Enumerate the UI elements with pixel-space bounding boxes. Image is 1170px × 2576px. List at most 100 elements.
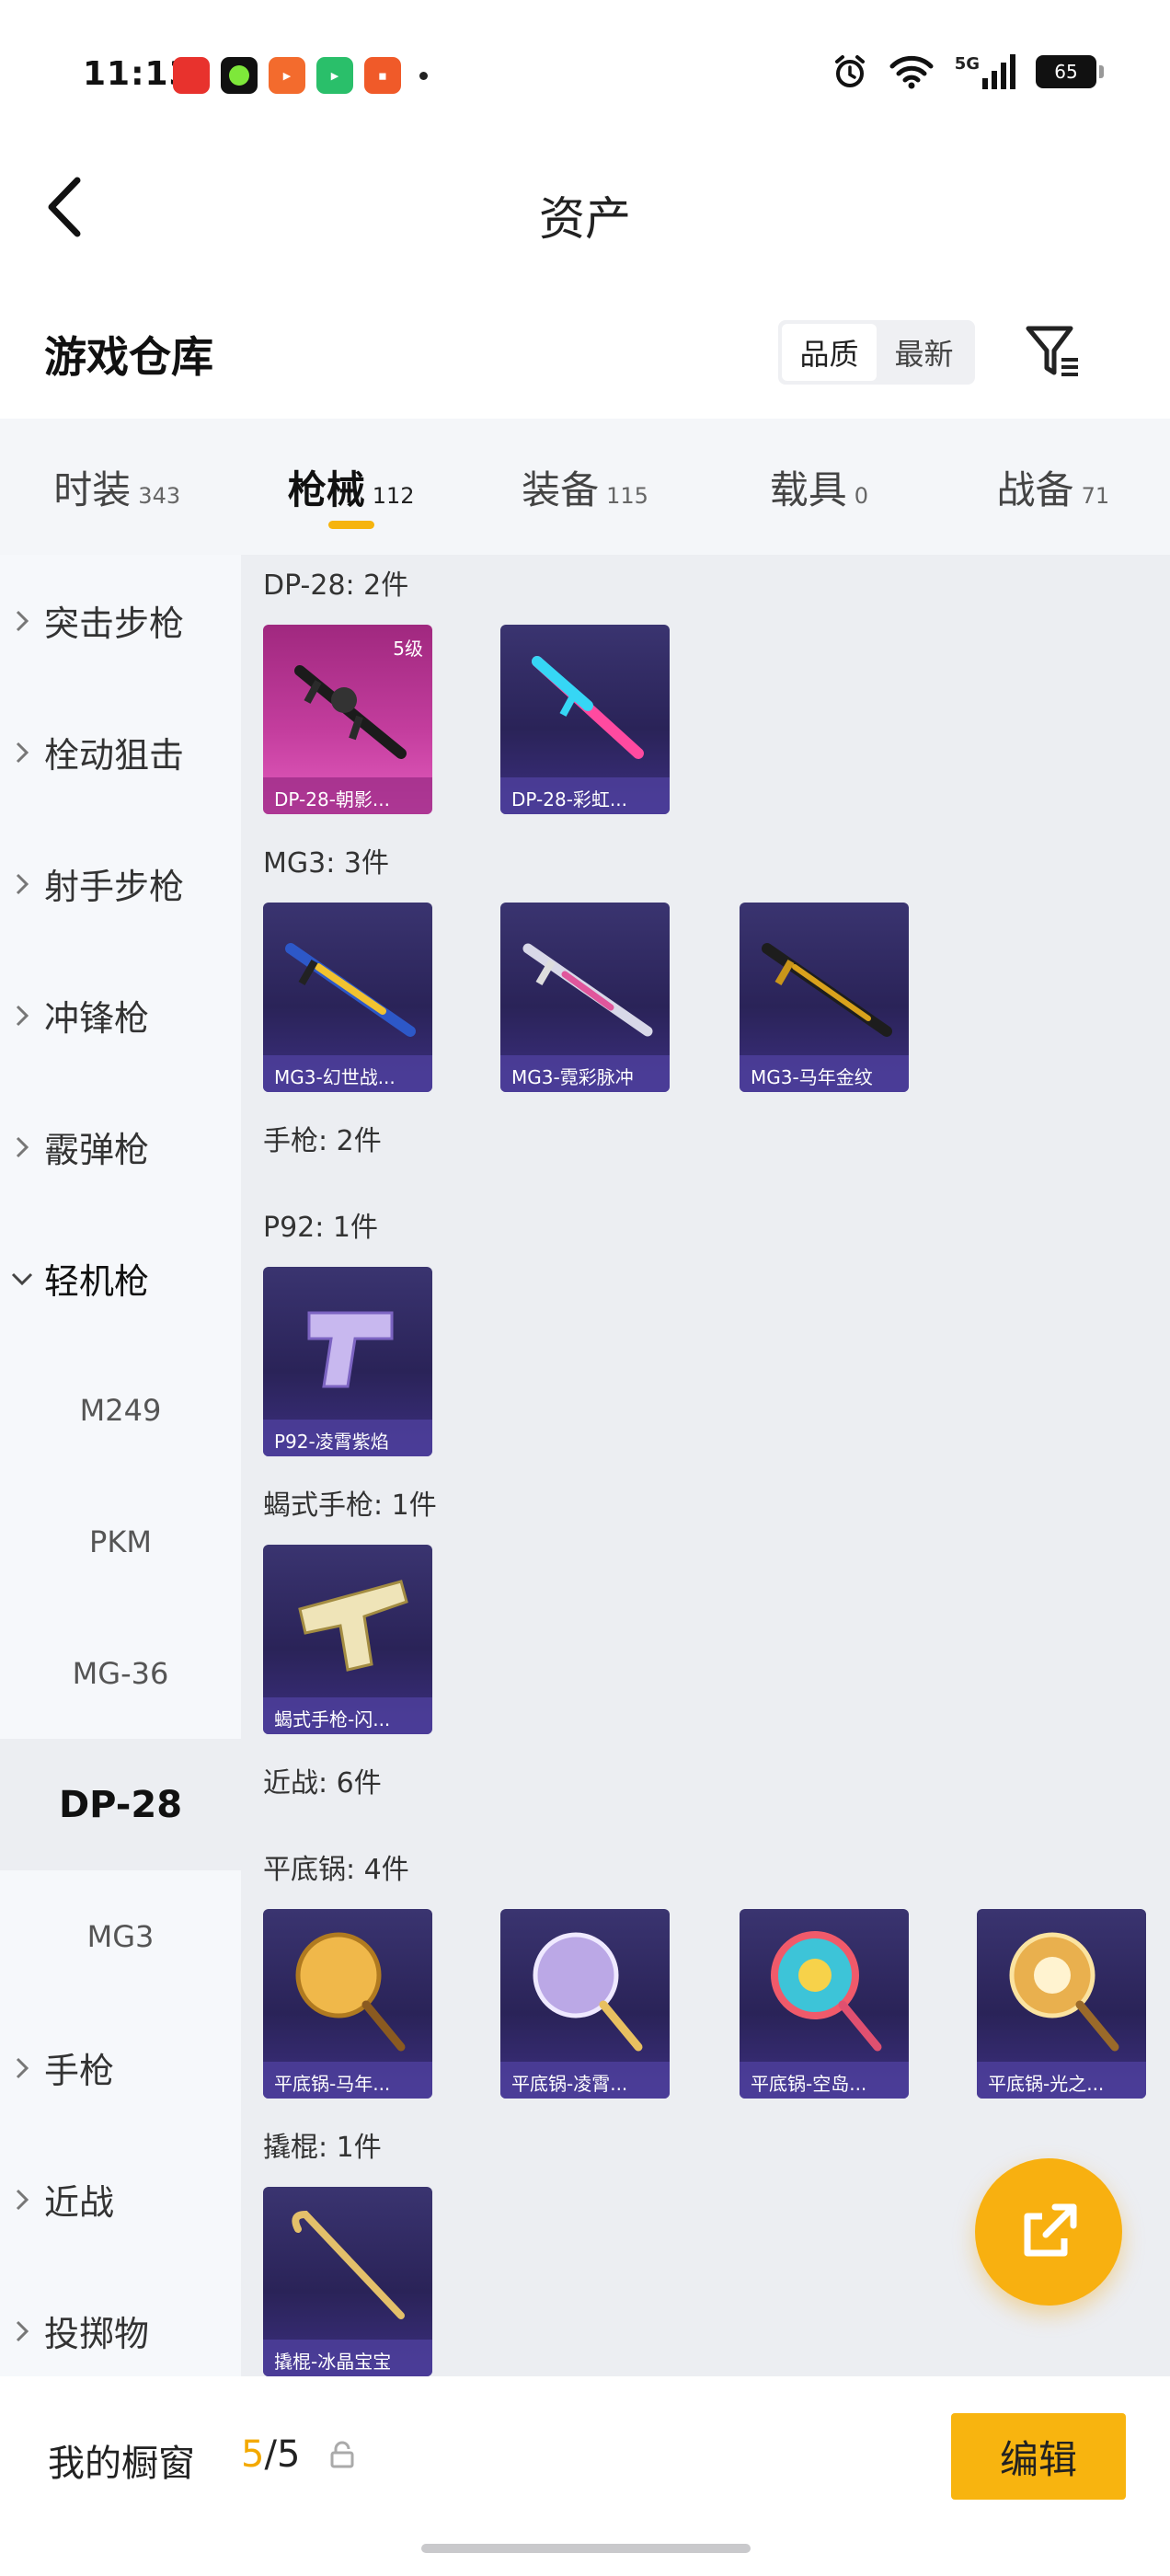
item-name: MG3-马年金纹 [740, 1055, 909, 1092]
item-card[interactable]: 5级 DP-28-朝影... [263, 625, 432, 814]
chevron-right-icon [0, 2319, 44, 2343]
video-app-icon: ▶ [269, 57, 305, 94]
item-card[interactable]: 撬棍-冰晶宝宝 [263, 2187, 432, 2376]
item-card[interactable]: 蝎式手枪-闪... [263, 1545, 432, 1734]
item-card[interactable]: 平底锅-空岛... [740, 1909, 909, 2099]
tab-count: 115 [606, 482, 648, 509]
chevron-right-icon [0, 872, 44, 896]
chevron-right-icon [0, 2188, 44, 2212]
item-card[interactable]: MG3-幻世战... [263, 903, 432, 1092]
pan-skin-image [1009, 1932, 1119, 2052]
weapon-category-sidebar: 突击步枪 栓动狙击 射手步枪 冲锋枪 霰弹枪 轻机枪 M249 PKM MG-3… [0, 555, 241, 2376]
sidebar-subitem-mg3[interactable]: MG3 [0, 1870, 241, 2002]
tab-count: 0 [854, 482, 869, 509]
item-card[interactable]: 平底锅-马年... [263, 1909, 432, 2099]
battery-level: 65 [1054, 61, 1078, 83]
filter-button[interactable] [1021, 320, 1085, 385]
chevron-right-icon [0, 609, 44, 633]
sidebar-item-label: 冲锋枪 [44, 998, 150, 1039]
tab-equipment[interactable]: 装备 115 [468, 419, 702, 555]
chevron-right-icon [0, 1135, 44, 1159]
pistol-skin-image [307, 1311, 394, 1388]
group-title-scorpion: 蝎式手枪: 1件 [263, 1489, 437, 1522]
tab-count: 71 [1081, 482, 1110, 509]
edit-button[interactable]: 编辑 [951, 2413, 1126, 2500]
sidebar-item-label: 手枪 [44, 2051, 115, 2091]
sidebar-subitem-mg36[interactable]: MG-36 [0, 1607, 241, 1739]
group-title-pan: 平底锅: 4件 [263, 1854, 409, 1886]
sidebar-subitem-dp28[interactable]: DP-28 [0, 1739, 241, 1870]
wifi-icon [889, 54, 935, 89]
home-indicator[interactable] [421, 2544, 751, 2553]
sort-toggle: 品质 最新 [778, 320, 975, 385]
warehouse-header: 游戏仓库 品质 最新 [0, 304, 1170, 405]
sidebar-subitem-pkm[interactable]: PKM [0, 1476, 241, 1607]
sidebar-item-label: 轻机枪 [44, 1261, 150, 1302]
showcase-count: 5/5 [241, 2433, 301, 2476]
sort-by-quality-button[interactable]: 品质 [782, 324, 877, 381]
cellular-signal-icon: 5G [955, 54, 1015, 89]
item-name: DP-28-彩虹... [500, 777, 670, 814]
item-name: MG3-幻世战... [263, 1055, 432, 1092]
network-type: 5G [954, 54, 980, 74]
active-tab-indicator [327, 521, 374, 529]
sidebar-item-assault-rifle[interactable]: 突击步枪 [0, 555, 241, 686]
item-name: 蝎式手枪-闪... [263, 1697, 432, 1734]
pan-skin-image [771, 1931, 882, 2052]
item-card[interactable]: DP-28-彩虹... [500, 625, 670, 814]
chevron-right-icon [0, 2056, 44, 2080]
share-button[interactable] [975, 2158, 1122, 2306]
item-card[interactable]: MG3-霓彩脉冲 [500, 903, 670, 1092]
group-title-pistol: 手枪: 2件 [263, 1125, 382, 1157]
chevron-right-icon [0, 741, 44, 765]
sidebar-item-label: 突击步枪 [44, 604, 185, 644]
sidebar-item-bolt-sniper[interactable]: 栓动狙击 [0, 686, 241, 818]
group-title-dp28: DP-28: 2件 [263, 569, 409, 602]
lock-icon [329, 2441, 355, 2472]
chevron-down-icon [0, 1271, 44, 1286]
group-title-mg3: MG3: 3件 [263, 847, 389, 880]
item-card[interactable]: 平底锅-凌霄... [500, 1909, 670, 2099]
tab-supplies[interactable]: 战备 71 [936, 419, 1170, 555]
crowbar-skin-image [292, 2210, 405, 2319]
sidebar-item-melee[interactable]: 近战 [0, 2133, 241, 2265]
tab-outfits[interactable]: 时装 343 [0, 419, 234, 555]
sidebar-item-marksman-rifle[interactable]: 射手步枪 [0, 818, 241, 949]
item-name: DP-28-朝影... [263, 777, 432, 814]
item-name: 撬棍-冰晶宝宝 [263, 2340, 432, 2376]
status-bar: 11:13 ▶ ▶ ◼ 5G 65 [0, 0, 1170, 147]
lime-app-icon [221, 57, 258, 94]
item-list: DP-28: 2件 5级 DP-28-朝影... DP-28-彩虹... MG3… [241, 555, 1170, 2376]
tab-label: 时装 [53, 466, 132, 512]
item-card[interactable]: MG3-马年金纹 [740, 903, 909, 1092]
sidebar-item-label: 霰弹枪 [44, 1130, 150, 1170]
item-name: 平底锅-凌霄... [500, 2062, 670, 2099]
tab-count: 343 [138, 482, 181, 509]
showcase-label: 我的橱窗 [48, 2443, 195, 2485]
sidebar-item-lmg[interactable]: 轻机枪 [0, 1213, 241, 1344]
filter-icon [1026, 326, 1078, 376]
sidebar-item-smg[interactable]: 冲锋枪 [0, 949, 241, 1081]
chevron-right-icon [0, 1004, 44, 1028]
item-card[interactable]: 平底锅-光之... [977, 1909, 1146, 2099]
tab-count: 112 [372, 482, 415, 509]
pan-skin-image [533, 1932, 643, 2052]
item-level: 5级 [393, 638, 423, 660]
tab-firearms[interactable]: 枪械 112 [234, 419, 467, 555]
store-app-icon: ◼ [364, 57, 401, 94]
lmg-skin-image [522, 943, 653, 1037]
play-app-icon: ▶ [316, 57, 353, 94]
tab-label: 装备 [522, 466, 600, 512]
pistol-skin-image [298, 1580, 408, 1672]
sort-by-newest-button[interactable]: 最新 [877, 324, 971, 381]
warehouse-title: 游戏仓库 [44, 332, 213, 382]
sidebar-item-pistol[interactable]: 手枪 [0, 2002, 241, 2133]
tab-vehicles[interactable]: 载具 0 [702, 419, 935, 555]
sidebar-subitem-m249[interactable]: M249 [0, 1344, 241, 1476]
item-name: 平底锅-马年... [263, 2062, 432, 2099]
category-tabs: 时装 343 枪械 112 装备 115 载具 0 战备 71 [0, 419, 1170, 555]
xiaohongshu-app-icon [173, 57, 210, 94]
item-card[interactable]: P92-凌霄紫焰 [263, 1267, 432, 1456]
sidebar-item-shotgun[interactable]: 霰弹枪 [0, 1081, 241, 1213]
sidebar-item-label: 射手步枪 [44, 867, 185, 907]
